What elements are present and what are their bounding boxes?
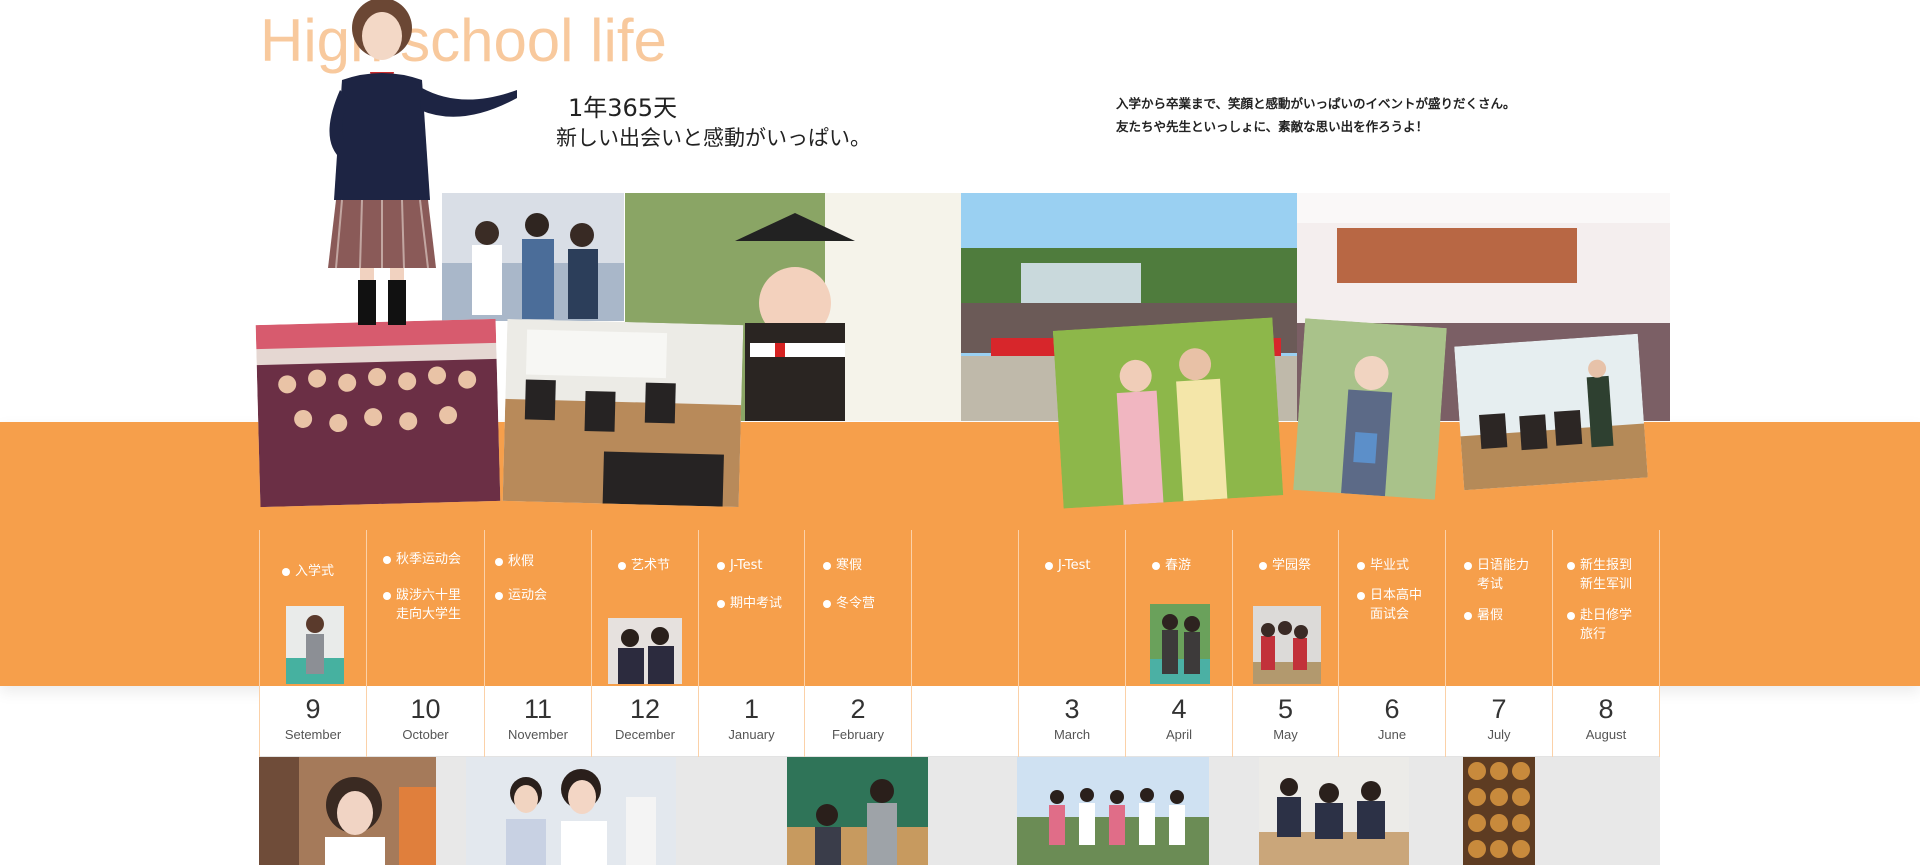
month-name: July bbox=[1487, 727, 1511, 742]
event-item: 入学式 bbox=[282, 562, 334, 581]
intro-line-2: 友たちや先生といっしょに、素敵な思い出を作ろうよ！ bbox=[1116, 119, 1429, 134]
event-item: 艺术节 bbox=[618, 556, 670, 575]
event-item: 新生报到 新生军训 bbox=[1567, 556, 1632, 594]
event-item: 暑假 bbox=[1464, 606, 1503, 625]
month-empty bbox=[911, 530, 1018, 757]
event-item: 期中考试 bbox=[717, 594, 782, 613]
month-name: May bbox=[1273, 727, 1298, 742]
month-name: December bbox=[615, 727, 675, 742]
photo-students-uniform bbox=[466, 757, 676, 865]
event-item: 冬令营 bbox=[823, 594, 875, 613]
month-may: 学园祭 5 May bbox=[1232, 530, 1338, 757]
event-item: 学园祭 bbox=[1259, 556, 1311, 575]
month-number: 12 bbox=[629, 694, 661, 724]
month-number: 5 bbox=[1277, 694, 1294, 724]
photo-classroom-study bbox=[502, 318, 744, 508]
month-july: 日语能力 考试 暑假 7 July bbox=[1445, 530, 1552, 757]
month-january: J-Test 期中考试 1 January bbox=[698, 530, 804, 757]
month-number: 2 bbox=[850, 694, 866, 724]
photo-couple-park bbox=[1052, 317, 1284, 509]
photo-thumb-december bbox=[608, 618, 682, 684]
event-item: 跋涉六十里 走向大学生 bbox=[383, 586, 461, 624]
intro-text: 入学から卒業まで、笑顔と感動がいっぱいのイベントが盛りだくさん。 友たちや先生と… bbox=[1116, 92, 1516, 138]
student-girl-illustration bbox=[312, 0, 527, 325]
month-number: 7 bbox=[1491, 694, 1507, 724]
photo-pastries bbox=[1463, 757, 1535, 865]
month-august: 新生报到 新生军训 赴日修学 旅行 8 August bbox=[1552, 530, 1660, 757]
month-october: 秋季运动会 跋涉六十里 走向大学生 10 October bbox=[366, 530, 484, 757]
month-number: 6 bbox=[1384, 694, 1400, 724]
month-march: J-Test 3 March bbox=[1018, 530, 1125, 757]
month-name: March bbox=[1053, 727, 1091, 742]
month-june: 毕业式 日本高中 面试会 6 June bbox=[1338, 530, 1445, 757]
month-name: Setember bbox=[284, 727, 342, 742]
month-april: 春游 4 April bbox=[1125, 530, 1232, 757]
month-number: 11 bbox=[523, 694, 553, 724]
photo-thumb-april bbox=[1150, 604, 1210, 684]
event-item: 秋假 bbox=[495, 552, 534, 571]
month-name: October bbox=[402, 727, 449, 742]
month-number: 8 bbox=[1598, 694, 1614, 724]
photo-library-girl bbox=[259, 757, 436, 865]
event-item: 日语能力 考试 bbox=[1464, 556, 1529, 594]
month-number: 10 bbox=[410, 694, 441, 724]
photo-student-girl bbox=[1293, 318, 1447, 500]
month-name: November bbox=[508, 727, 568, 742]
month-name: February bbox=[831, 727, 885, 742]
event-item: 秋季运动会 bbox=[383, 550, 461, 569]
month-number: 4 bbox=[1171, 694, 1187, 724]
month-september: 入学式 9 Setember bbox=[259, 530, 366, 757]
month-number: 1 bbox=[743, 694, 760, 724]
event-item: J-Test bbox=[717, 556, 762, 575]
month-february: 寒假 冬令营 2 February bbox=[804, 530, 911, 757]
photo-students-jumping bbox=[1017, 757, 1209, 865]
headline-subtitle: 新しい出会いと感動がいっぱい。 bbox=[556, 126, 871, 150]
event-item: 日本高中 面试会 bbox=[1357, 586, 1422, 624]
event-item: 春游 bbox=[1152, 556, 1191, 575]
event-item: 寒假 bbox=[823, 556, 862, 575]
month-december: 艺术节 12 December bbox=[591, 530, 698, 757]
month-name: June bbox=[1377, 727, 1407, 742]
headline-days: 1年365天 bbox=[568, 94, 678, 122]
month-number: 3 bbox=[1064, 694, 1080, 724]
month-name: January bbox=[728, 727, 775, 742]
month-number: 9 bbox=[305, 694, 321, 724]
photo-classroom-students bbox=[1259, 757, 1409, 865]
event-item: J-Test bbox=[1045, 556, 1090, 575]
photo-thumb-september bbox=[286, 606, 344, 684]
event-item: 赴日修学 旅行 bbox=[1567, 606, 1632, 644]
intro-line-1: 入学から卒業まで、笑顔と感動がいっぱいのイベントが盛りだくさん。 bbox=[1116, 96, 1516, 111]
month-november: 秋假 运动会 11 November bbox=[484, 530, 591, 757]
photo-class-group bbox=[255, 318, 501, 508]
event-item: 运动会 bbox=[495, 586, 547, 605]
photo-tutor-class bbox=[1454, 333, 1648, 491]
month-name: April bbox=[1165, 727, 1192, 742]
event-item: 毕业式 bbox=[1357, 556, 1409, 575]
photo-thumb-may bbox=[1253, 606, 1321, 684]
month-name: August bbox=[1585, 727, 1627, 742]
photo-chalkboard-class bbox=[787, 757, 928, 865]
school-year-timeline: 入学式 9 Setember 秋季运动会 跋涉六十里 走向大学生 10 Octobe… bbox=[259, 530, 1660, 757]
